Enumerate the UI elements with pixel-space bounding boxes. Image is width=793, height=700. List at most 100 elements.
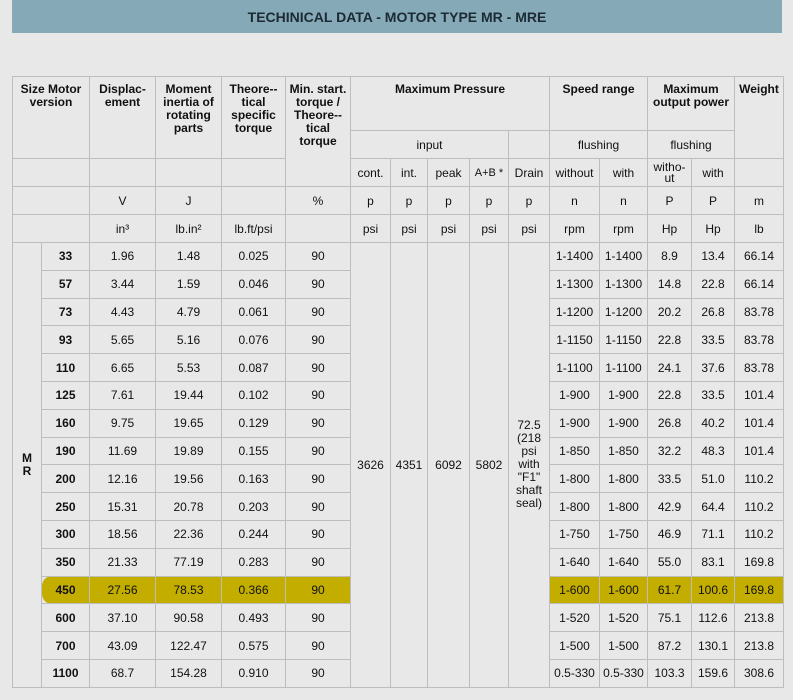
speed-with-cell: 0.5-330 — [599, 658, 648, 688]
symbol-cell: p — [427, 186, 470, 215]
speed-with-cell: 1-900 — [599, 408, 648, 438]
speed-without-cell: 1-640 — [549, 547, 600, 577]
inertia-cell: 19.89 — [155, 436, 222, 466]
min-torque-cell: 90 — [285, 242, 351, 271]
header-int: int. — [390, 158, 428, 187]
pressure-drain-cell: 72.5 (218 psi with "F1" shaft seal) — [508, 242, 550, 688]
min-torque-cell: 90 — [285, 269, 351, 299]
size-cell: 250 — [41, 492, 90, 521]
power-with-cell: 40.2 — [691, 408, 735, 438]
speed-with-cell: 1-750 — [599, 519, 648, 549]
min-torque-cell: 90 — [285, 380, 351, 410]
min-torque-cell: 90 — [285, 575, 351, 605]
power-without-cell: 42.9 — [647, 492, 692, 521]
speed-with-cell: 1-1200 — [599, 297, 648, 327]
inertia-cell: 5.53 — [155, 353, 222, 382]
header-theoretical-torque: Theore-- tical specific torque — [221, 76, 286, 159]
unit-cell: Hp — [691, 214, 735, 243]
power-without-cell: 55.0 — [647, 547, 692, 577]
torque-cell: 0.076 — [221, 325, 286, 355]
weight-cell: 169.8 — [734, 547, 784, 577]
symbol-cell: n — [549, 186, 600, 215]
min-torque-cell: 90 — [285, 297, 351, 327]
power-without-cell: 87.2 — [647, 631, 692, 660]
motor-version-cell: M R — [12, 242, 42, 688]
min-torque-cell: 90 — [285, 519, 351, 549]
inertia-cell: 154.28 — [155, 658, 222, 688]
symbol-cell: p — [508, 186, 550, 215]
symbol-cell: P — [647, 186, 692, 215]
speed-with-cell: 1-800 — [599, 464, 648, 494]
min-torque-cell: 90 — [285, 353, 351, 382]
unit-cell: lb.in² — [155, 214, 222, 243]
torque-cell: 0.244 — [221, 519, 286, 549]
torque-cell: 0.061 — [221, 297, 286, 327]
speed-with-cell: 1-1400 — [599, 242, 648, 271]
speed-with-cell: 1-1300 — [599, 269, 648, 299]
technical-data-table: Size Motor version Displac-ement Moment … — [12, 76, 784, 688]
banner-title: TECHINICAL DATA - MOTOR TYPE MR - MRE — [247, 8, 547, 25]
power-with-cell: 64.4 — [691, 492, 735, 521]
inertia-cell: 4.79 — [155, 297, 222, 327]
speed-without-cell: 1-750 — [549, 519, 600, 549]
speed-without-cell: 1-850 — [549, 436, 600, 466]
weight-cell: 110.2 — [734, 492, 784, 521]
power-with-cell: 26.8 — [691, 297, 735, 327]
min-torque-cell: 90 — [285, 492, 351, 521]
weight-cell: 110.2 — [734, 464, 784, 494]
power-with-cell: 100.6 — [691, 575, 735, 605]
size-cell: 200 — [41, 464, 90, 494]
power-with-cell: 22.8 — [691, 269, 735, 299]
symbol-size-blank — [12, 186, 90, 215]
speed-without-cell: 1-1150 — [549, 325, 600, 355]
torque-cell: 0.087 — [221, 353, 286, 382]
weight-cell: 213.8 — [734, 631, 784, 660]
power-with-cell: 13.4 — [691, 242, 735, 271]
inertia-cell: 19.65 — [155, 408, 222, 438]
power-without-cell: 32.2 — [647, 436, 692, 466]
min-torque-cell: 90 — [285, 658, 351, 688]
symbol-cell: p — [469, 186, 509, 215]
symbol-cell: m — [734, 186, 784, 215]
header-drain-blank — [508, 130, 550, 159]
power-without-cell: 20.2 — [647, 297, 692, 327]
displacement-cell: 7.61 — [89, 380, 156, 410]
symbol-cell: p — [350, 186, 391, 215]
header-peak: peak — [427, 158, 470, 187]
weight-cell: 66.14 — [734, 242, 784, 271]
header-inertia: Moment inertia of rotating parts — [155, 76, 222, 159]
header-displacement: Displac-ement — [89, 76, 156, 159]
symbol-cell: % — [285, 186, 351, 215]
power-without-cell: 61.7 — [647, 575, 692, 605]
power-without-cell: 22.8 — [647, 325, 692, 355]
displacement-cell: 9.75 — [89, 408, 156, 438]
speed-with-cell: 1-640 — [599, 547, 648, 577]
speed-without-cell: 1-500 — [549, 631, 600, 660]
speed-with-cell: 1-520 — [599, 603, 648, 633]
size-cell: 300 — [41, 519, 90, 549]
displacement-cell: 4.43 — [89, 297, 156, 327]
power-with-cell: 33.5 — [691, 380, 735, 410]
inertia-cell: 22.36 — [155, 519, 222, 549]
unit-cell: psi — [427, 214, 470, 243]
power-without-cell: 24.1 — [647, 353, 692, 382]
power-with-cell: 159.6 — [691, 658, 735, 688]
torque-cell: 0.102 — [221, 380, 286, 410]
power-without-cell: 33.5 — [647, 464, 692, 494]
displacement-cell: 37.10 — [89, 603, 156, 633]
displacement-cell: 15.31 — [89, 492, 156, 521]
min-torque-cell: 90 — [285, 464, 351, 494]
power-without-cell: 26.8 — [647, 408, 692, 438]
displacement-cell: 43.09 — [89, 631, 156, 660]
inertia-cell: 19.44 — [155, 380, 222, 410]
unit-cell — [285, 214, 351, 243]
min-torque-cell: 90 — [285, 325, 351, 355]
torque-cell: 0.046 — [221, 269, 286, 299]
unit-cell: Hp — [647, 214, 692, 243]
power-without-cell: 22.8 — [647, 380, 692, 410]
symbol-cell: V — [89, 186, 156, 215]
inertia-cell: 19.56 — [155, 464, 222, 494]
torque-cell: 0.155 — [221, 436, 286, 466]
size-cell: 700 — [41, 631, 90, 660]
displacement-cell: 27.56 — [89, 575, 156, 605]
